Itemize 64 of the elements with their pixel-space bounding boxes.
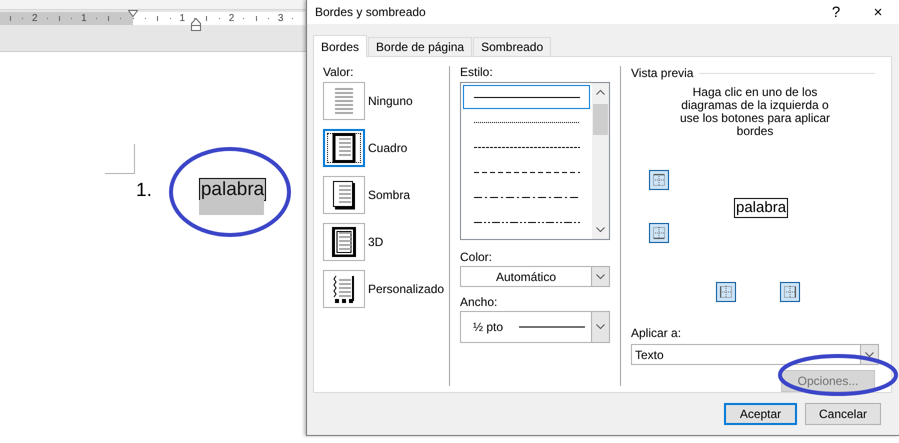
- color-dropdown[interactable]: Automático: [460, 266, 610, 287]
- section-label: Estilo:: [460, 66, 494, 81]
- border-setting-button[interactable]: [323, 270, 365, 308]
- chevron-down-icon: [596, 324, 605, 330]
- border-setting-button[interactable]: [323, 223, 365, 261]
- border-grid-icon: [653, 174, 665, 186]
- apply-to-dropdown[interactable]: Texto: [631, 344, 879, 366]
- border-setting-button[interactable]: [323, 129, 365, 167]
- border-setting-label: Cuadro: [368, 141, 408, 155]
- field-label: Aplicar a:: [631, 327, 682, 342]
- preview-sample: palabra: [734, 198, 788, 218]
- border-setting-button[interactable]: [323, 176, 365, 214]
- border-setting-icon: [332, 86, 356, 116]
- tab[interactable]: Borde de página: [368, 37, 472, 56]
- section-label: Valor:: [323, 66, 354, 81]
- scrollbar[interactable]: [592, 83, 609, 239]
- ruler-number: 1: [81, 12, 87, 25]
- border-setting-label: 3D: [368, 235, 384, 249]
- line-style-list[interactable]: [460, 82, 610, 240]
- line-sample-icon: [474, 96, 580, 98]
- border-setting-label: Personalizado: [368, 282, 444, 296]
- window-title: Bordes y sombreado: [314, 5, 427, 19]
- ruler-number: 2: [228, 12, 234, 25]
- border-toggle-button[interactable]: [716, 282, 736, 302]
- border-grid-icon: [720, 286, 732, 298]
- border-setting-label: Sombra: [368, 188, 410, 202]
- chevron-down-icon: [865, 352, 874, 358]
- border-toggle-button[interactable]: [780, 282, 800, 302]
- ruler-number: 1: [180, 12, 186, 25]
- border-setting-icon: [332, 227, 356, 257]
- scrollbar-thumb[interactable]: [593, 104, 608, 135]
- line-sample-icon: [474, 170, 580, 174]
- line-sample-icon: [519, 326, 586, 328]
- border-grid-icon: [784, 286, 796, 298]
- border-toggle-button[interactable]: [649, 222, 669, 243]
- line-sample-icon: [474, 120, 580, 124]
- line-sample-icon: [474, 146, 580, 148]
- tab[interactable]: Bordes: [313, 35, 368, 57]
- line-sample-icon: [474, 196, 580, 198]
- border-grid-icon: [653, 226, 665, 239]
- ruler-number: 3: [278, 12, 284, 25]
- chevron-up-icon[interactable]: [596, 89, 605, 95]
- selection-highlight: [198, 200, 264, 215]
- border-setting-label: Ninguno: [368, 94, 413, 108]
- dialog-button[interactable]: Aceptar: [724, 403, 797, 425]
- group-label: Vista previa: [631, 66, 694, 80]
- border-setting-icon: [332, 180, 356, 210]
- ruler-number: 2: [32, 12, 38, 25]
- border-setting-icon: [332, 133, 356, 163]
- line-style-option[interactable]: [463, 85, 590, 109]
- width-dropdown[interactable]: ½ pto: [460, 311, 610, 343]
- selected-word: palabra: [198, 178, 266, 201]
- dialog-button[interactable]: Cancelar: [805, 403, 881, 425]
- line-sample-icon: [474, 220, 580, 224]
- list-number: 1.: [136, 180, 152, 203]
- chevron-down-icon[interactable]: [596, 227, 605, 233]
- tab[interactable]: Sombreado: [473, 37, 552, 56]
- border-setting-icon: [332, 274, 356, 304]
- field-label: Color:: [460, 251, 494, 266]
- border-toggle-button[interactable]: [649, 170, 669, 190]
- page-corner-mark: [105, 144, 135, 174]
- field-label: Ancho:: [460, 296, 498, 311]
- chevron-down-icon: [596, 274, 605, 280]
- preview-hint: Haga clic en uno de los diagramas de la izquierda o use los botones para aplicar bordes: [678, 86, 832, 138]
